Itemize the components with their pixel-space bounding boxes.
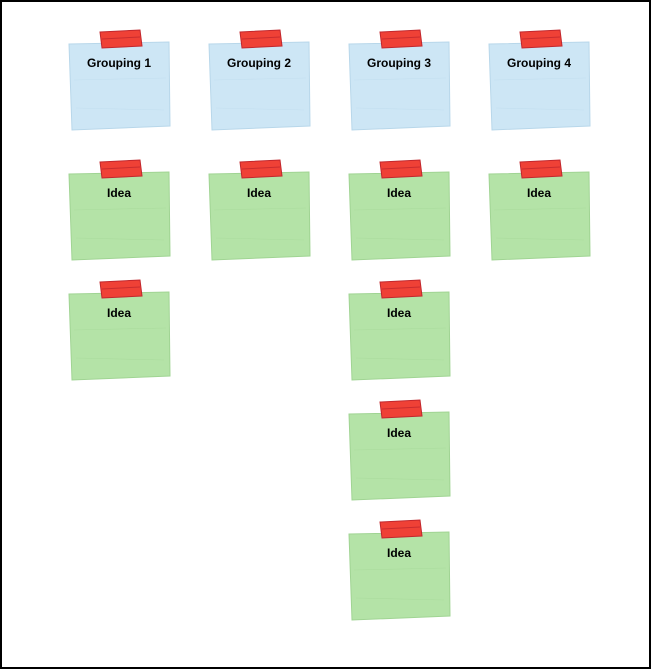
sticky-note-idea-1-1[interactable]: Idea bbox=[66, 172, 172, 262]
sticky-note-grouping-1[interactable]: Grouping 1 bbox=[66, 42, 172, 132]
sticky-note-idea-3-4[interactable]: Idea bbox=[346, 532, 452, 622]
sticky-note-idea-3-3[interactable]: Idea bbox=[346, 412, 452, 502]
affinity-board: Grouping 1 Grouping 2 Grouping 3 Groupin… bbox=[0, 0, 651, 669]
sticky-note-grouping-4[interactable]: Grouping 4 bbox=[486, 42, 592, 132]
sticky-note-grouping-2[interactable]: Grouping 2 bbox=[206, 42, 312, 132]
sticky-note-idea-1-2[interactable]: Idea bbox=[66, 292, 172, 382]
sticky-note-grouping-3[interactable]: Grouping 3 bbox=[346, 42, 452, 132]
sticky-note-idea-3-1[interactable]: Idea bbox=[346, 172, 452, 262]
sticky-note-idea-3-2[interactable]: Idea bbox=[346, 292, 452, 382]
sticky-note-idea-2-1[interactable]: Idea bbox=[206, 172, 312, 262]
sticky-note-idea-4-1[interactable]: Idea bbox=[486, 172, 592, 262]
